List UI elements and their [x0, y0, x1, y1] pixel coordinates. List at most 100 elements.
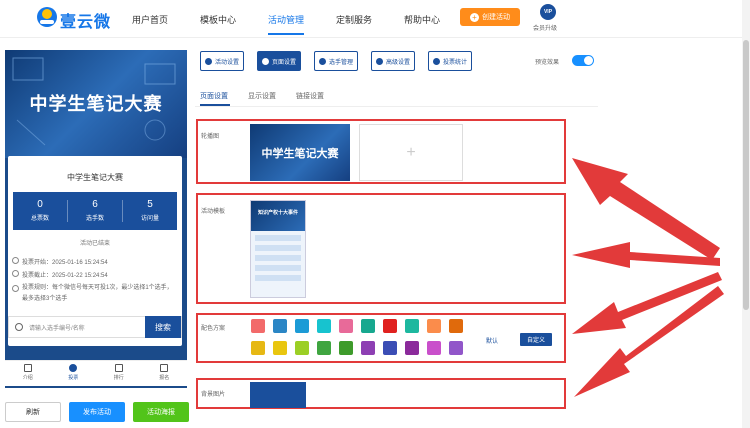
color-swatch[interactable] — [251, 341, 265, 355]
color-swatch[interactable] — [405, 341, 419, 355]
preview-tab-intro[interactable]: 介绍 — [5, 361, 51, 386]
color-swatch[interactable] — [273, 319, 287, 333]
vote-start-time: 投票开始：2025-01-16 15:24:54 — [12, 257, 108, 266]
vip-badge-icon[interactable]: VIP — [540, 4, 556, 20]
preview-tab-signup[interactable]: 报名 — [142, 361, 188, 386]
stat-visits: 5 访问量 — [123, 192, 177, 230]
preview-tab-rank-label: 排行 — [113, 375, 124, 381]
search-icon — [15, 323, 23, 331]
carousel-image[interactable]: 中学生笔记大赛 — [250, 124, 350, 181]
stat-contestants-value: 6 — [92, 199, 98, 210]
brand-name[interactable]: 壹云微 — [60, 8, 111, 32]
create-activity-button[interactable]: + 创建活动 — [460, 8, 520, 26]
contestant-management-label: 选手管理 — [329, 59, 354, 66]
activity-poster-button[interactable]: 活动海报 — [133, 402, 189, 422]
vote-rule-text: 投票规则：每个微信号每天可投1次，最少选择1个选手，最多选择3个选手 — [22, 285, 173, 302]
arrow-icon — [572, 158, 724, 397]
stat-visits-value: 5 — [147, 199, 153, 210]
activity-settings-button[interactable]: 活动设置 — [200, 51, 245, 71]
advanced-settings-button[interactable]: 高级设置 — [371, 51, 416, 71]
brand-logo-icon[interactable] — [36, 6, 58, 28]
subtab-divider — [195, 106, 598, 107]
subtab-link-settings[interactable]: 链接设置 — [296, 91, 324, 101]
color-swatch[interactable] — [449, 319, 463, 333]
gear-icon — [262, 57, 269, 65]
activity-title: 中学生笔记大赛 — [67, 173, 123, 182]
info-icon — [12, 285, 19, 292]
clock-icon — [12, 270, 19, 277]
gear-icon — [205, 57, 212, 65]
color-swatch[interactable] — [405, 319, 419, 333]
color-swatch[interactable] — [383, 319, 397, 333]
page-settings-button[interactable]: 页面设置 — [257, 51, 302, 71]
color-swatch[interactable] — [339, 319, 353, 333]
plus-circle-icon: + — [470, 12, 479, 22]
template-thumbnail-row — [255, 255, 301, 261]
background-image-thumbnail[interactable] — [250, 382, 306, 408]
sliders-icon — [376, 57, 383, 65]
preview-tab-bar: 介绍 投票 排行 报名 — [5, 360, 187, 386]
preview-effect-label: 预览效果 — [535, 60, 560, 66]
contestant-search-input[interactable]: 请输入选手编号/名称 — [29, 323, 85, 332]
nav-item-custom-service[interactable]: 定制服务 — [336, 13, 372, 26]
preview-actions: 刷新 发布活动 活动海报 — [5, 402, 189, 422]
color-swatch[interactable] — [251, 319, 265, 333]
page-scrollbar-thumb[interactable] — [743, 40, 749, 310]
activity-stats: 0 总票数 6 选手数 5 访问量 — [13, 192, 177, 230]
subtab-page-settings[interactable]: 页面设置 — [200, 91, 228, 101]
template-thumbnail-row — [255, 275, 301, 281]
color-swatch[interactable] — [317, 341, 331, 355]
advanced-settings-label: 高级设置 — [386, 59, 411, 66]
preview-tab-rank[interactable]: 排行 — [96, 361, 142, 386]
vote-start-time-text: 投票开始：2025-01-16 15:24:54 — [22, 260, 108, 266]
preview-effect-toggle[interactable] — [572, 55, 594, 66]
template-thumbnail-row — [255, 245, 301, 251]
clock-icon — [12, 257, 19, 264]
publish-activity-button[interactable]: 发布活动 — [69, 402, 125, 422]
color-swatch[interactable] — [317, 319, 331, 333]
template-label: 活动模板 — [201, 209, 226, 215]
signup-icon — [160, 364, 169, 372]
color-swatch[interactable] — [383, 341, 397, 355]
color-swatch[interactable] — [427, 319, 441, 333]
preview-tab-signup-label: 报名 — [159, 375, 170, 381]
nav-item-user-home[interactable]: 用户首页 — [132, 13, 168, 26]
color-swatch[interactable] — [295, 341, 309, 355]
preview-tab-intro-label: 介绍 — [22, 375, 33, 381]
color-swatch[interactable] — [449, 341, 463, 355]
template-thumbnail-row — [255, 265, 301, 271]
default-color-link[interactable]: 默认 — [486, 336, 498, 345]
preview-tab-vote[interactable]: 投票 — [51, 361, 97, 386]
template-thumbnail-title: 知识产权十大事件 — [251, 201, 305, 231]
color-swatch[interactable] — [339, 341, 353, 355]
nav-item-help-center[interactable]: 帮助中心 — [404, 13, 440, 26]
activity-template-thumbnail[interactable]: 知识产权十大事件 — [250, 200, 306, 298]
add-carousel-image-button[interactable]: + — [359, 124, 463, 181]
color-swatch[interactable] — [273, 341, 287, 355]
stat-contestants: 6 选手数 — [68, 192, 122, 230]
color-swatch[interactable] — [361, 341, 375, 355]
color-swatch[interactable] — [427, 341, 441, 355]
refresh-button[interactable]: 刷新 — [5, 402, 61, 422]
nav-item-template-center[interactable]: 模板中心 — [200, 13, 236, 26]
vote-statistics-button[interactable]: 投票统计 — [428, 51, 473, 71]
page-settings-label: 页面设置 — [272, 59, 297, 66]
search-button[interactable]: 搜索 — [145, 316, 181, 338]
color-swatch[interactable] — [361, 319, 375, 333]
stat-total-votes-value: 0 — [37, 199, 43, 210]
subtab-display-settings[interactable]: 显示设置 — [248, 91, 276, 101]
user-icon — [69, 364, 78, 372]
template-thumbnail-row — [255, 235, 301, 241]
custom-color-button[interactable]: 自定义 — [520, 333, 552, 346]
contestant-management-button[interactable]: 选手管理 — [314, 51, 359, 71]
stat-visits-label: 访问量 — [140, 216, 159, 222]
activity-status: 活动已结束 — [79, 241, 110, 247]
color-swatch[interactable] — [295, 319, 309, 333]
nav-item-activity-management[interactable]: 活动管理 — [268, 13, 304, 26]
nav-active-underline — [268, 33, 304, 35]
create-activity-label: 创建活动 — [482, 14, 510, 21]
vip-upgrade-label[interactable]: 会员升级 — [533, 23, 557, 32]
vote-end-time: 投票截止：2025-01-22 15:24:54 — [12, 270, 108, 279]
contestant-search: 请输入选手编号/名称 搜索 — [8, 316, 182, 338]
users-icon — [319, 57, 326, 65]
